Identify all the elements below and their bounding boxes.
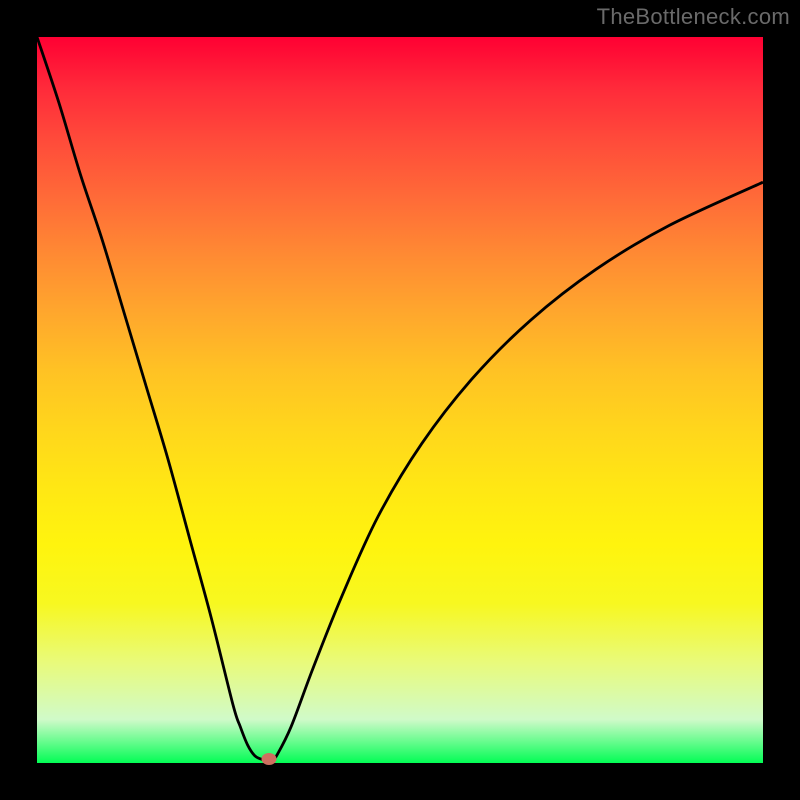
optimum-marker: [262, 753, 277, 765]
watermark-text: TheBottleneck.com: [597, 4, 790, 30]
chart-plot-area: [37, 37, 763, 763]
chart-frame: TheBottleneck.com: [0, 0, 800, 800]
bottleneck-curve: [37, 37, 763, 763]
